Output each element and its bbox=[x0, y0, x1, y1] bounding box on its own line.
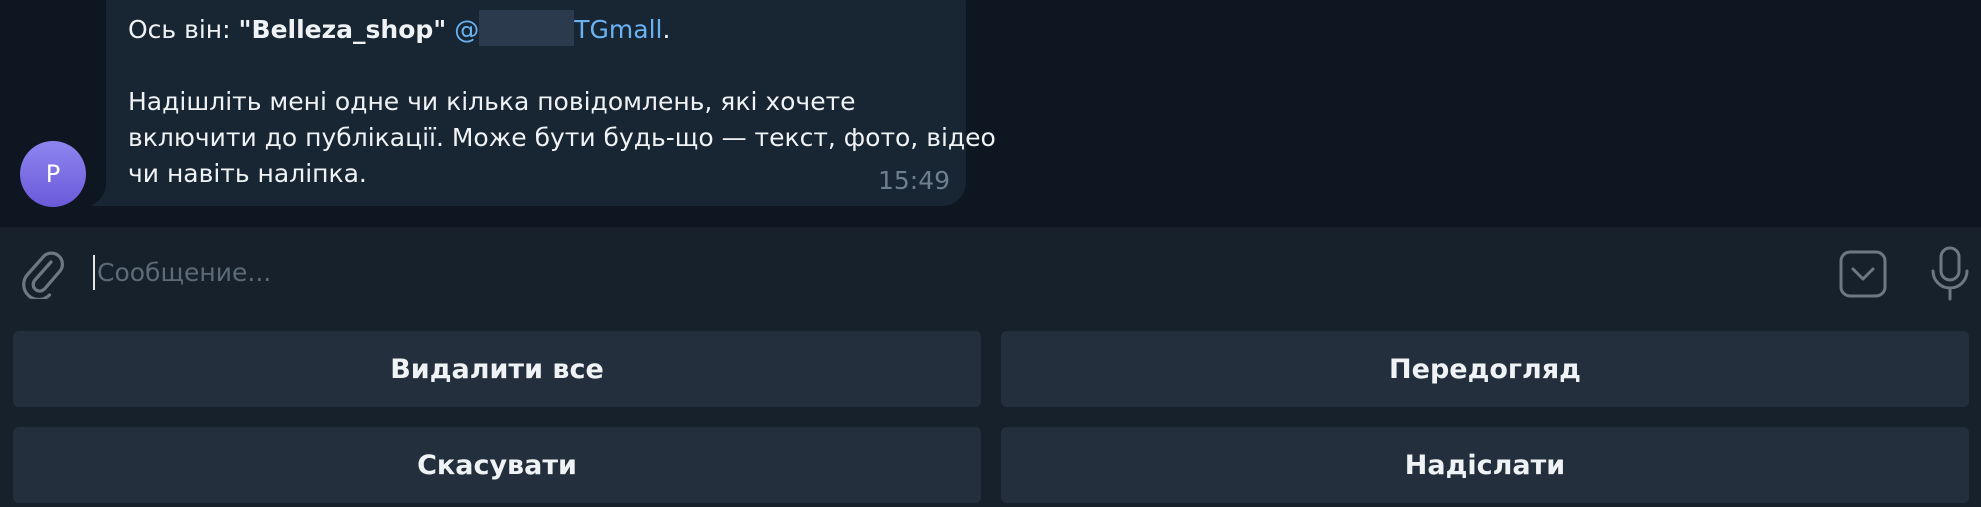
message-composer bbox=[0, 227, 1981, 319]
message-input[interactable] bbox=[97, 249, 1797, 295]
message-line-1: Ось він: "Belleza_shop" @ TGmall. bbox=[128, 10, 958, 48]
mention-prefix: @ bbox=[454, 15, 480, 44]
chat-area: P Ось він: "Belleza_shop" @ TGmall. Надіш… bbox=[0, 0, 1981, 227]
message-time: 15:49 bbox=[878, 166, 951, 195]
message-line-1-end: . bbox=[662, 15, 671, 44]
bot-keyboard: Видалити все Передогляд Скасувати Надісл… bbox=[0, 319, 1981, 507]
shop-name: "Belleza_shop" bbox=[238, 15, 447, 44]
message-line-3: включити до публікації. Може бути будь-щ… bbox=[128, 123, 996, 152]
message-line-4: чи навіть наліпка. bbox=[128, 159, 367, 188]
send-button[interactable]: Надіслати bbox=[1001, 427, 1969, 503]
message-line-2: Надішліть мені одне чи кілька повідомлен… bbox=[128, 87, 856, 116]
redacted-block bbox=[479, 10, 575, 46]
avatar[interactable]: P bbox=[20, 141, 86, 207]
delete-all-button[interactable]: Видалити все bbox=[13, 331, 981, 407]
paperclip-icon[interactable] bbox=[20, 247, 66, 299]
preview-button[interactable]: Передогляд bbox=[1001, 331, 1969, 407]
chevron-down-box-icon[interactable] bbox=[1838, 249, 1888, 299]
microphone-icon[interactable] bbox=[1928, 245, 1972, 303]
cancel-button[interactable]: Скасувати bbox=[13, 427, 981, 503]
avatar-initial: P bbox=[45, 160, 61, 188]
text-caret bbox=[93, 255, 95, 290]
message-text: Ось він: "Belleza_shop" @ TGmall. Надішлі… bbox=[128, 10, 996, 192]
mention-link[interactable]: @ TGmall bbox=[454, 10, 663, 46]
bubble-tail bbox=[90, 186, 114, 206]
mention-suffix: TGmall bbox=[574, 15, 663, 44]
message-prefix: Ось він: bbox=[128, 15, 239, 44]
